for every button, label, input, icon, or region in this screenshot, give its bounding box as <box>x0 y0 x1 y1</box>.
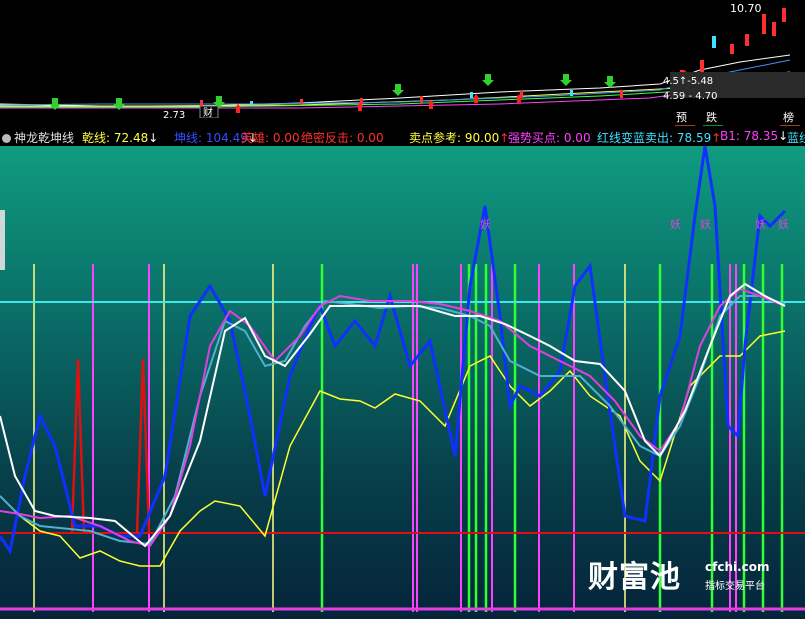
scroll-handle[interactable] <box>0 210 5 270</box>
yellow-vertical-lines <box>33 264 626 612</box>
watermark-url: cfchi.com <box>705 560 770 574</box>
ind-b1: B1: 78.35↓ <box>720 129 789 143</box>
magenta-line <box>0 287 786 548</box>
price-chart[interactable]: 4.5↑-5.48 4.59 - 4.70 10.70 2.73 财 <box>0 0 805 121</box>
tag-die: 跌 <box>706 111 717 124</box>
yao-label-2: 妖 <box>670 217 681 231</box>
indicator-name-button[interactable]: 神龙乾坤线 <box>2 129 74 146</box>
tag-cai: 财 <box>203 106 213 118</box>
low-price-label: 2.73 <box>163 110 185 118</box>
high-price-label: 10.70 <box>730 2 762 15</box>
white-line <box>0 282 786 548</box>
tag-bang: 榜 <box>783 111 794 124</box>
red-spikes <box>70 358 151 534</box>
lightblue-line <box>0 295 786 546</box>
ind-yingxiong: 英雄: 0.00 <box>241 131 300 145</box>
ind-lanxian: 蓝线 <box>787 131 805 145</box>
yao-label-1: 妖 <box>480 217 491 231</box>
watermark-logo: 财富池 cfchi.com 指标交易平台 <box>588 552 770 596</box>
watermark-brand: 财富池 <box>588 560 681 595</box>
price-chart-svg: 4.5↑-5.48 4.59 - 4.70 10.70 2.73 财 <box>0 2 805 121</box>
blue-line <box>0 146 787 555</box>
indicator-bar: 神龙乾坤线 乾线: 72.48↓ 坤线: 104.49↓ 英雄: 0.00 绝密… <box>0 126 805 146</box>
ind-hongxian: 红线变蓝卖出: 78.59↑ <box>597 131 722 145</box>
tag-yu: 预 <box>676 111 687 124</box>
ind-qian: 乾线: 72.48↓ <box>82 131 159 145</box>
indicator-menu-icon[interactable] <box>2 134 11 143</box>
ind-qiangshi: 强势买点: 0.00 <box>508 131 591 145</box>
range-label-2: 4.59 - 4.70 <box>663 91 718 102</box>
yao-label-4: 妖 <box>755 217 766 231</box>
yao-label-5: 妖 <box>778 217 789 231</box>
yellow-line <box>0 330 786 567</box>
ind-maidian: 卖点参考: 90.00↑ <box>409 131 510 145</box>
watermark-slogan: 指标交易平台 <box>705 581 765 592</box>
indicator-chart[interactable]: 妖 妖 妖 妖 妖 <box>0 146 805 619</box>
range-label-1: 4.5↑-5.48 <box>663 76 713 87</box>
yao-label-3: 妖 <box>700 217 711 231</box>
indicator-chart-svg: 妖 妖 妖 妖 妖 <box>0 146 805 612</box>
ind-juemi: 绝密反击: 0.00 <box>301 131 384 145</box>
